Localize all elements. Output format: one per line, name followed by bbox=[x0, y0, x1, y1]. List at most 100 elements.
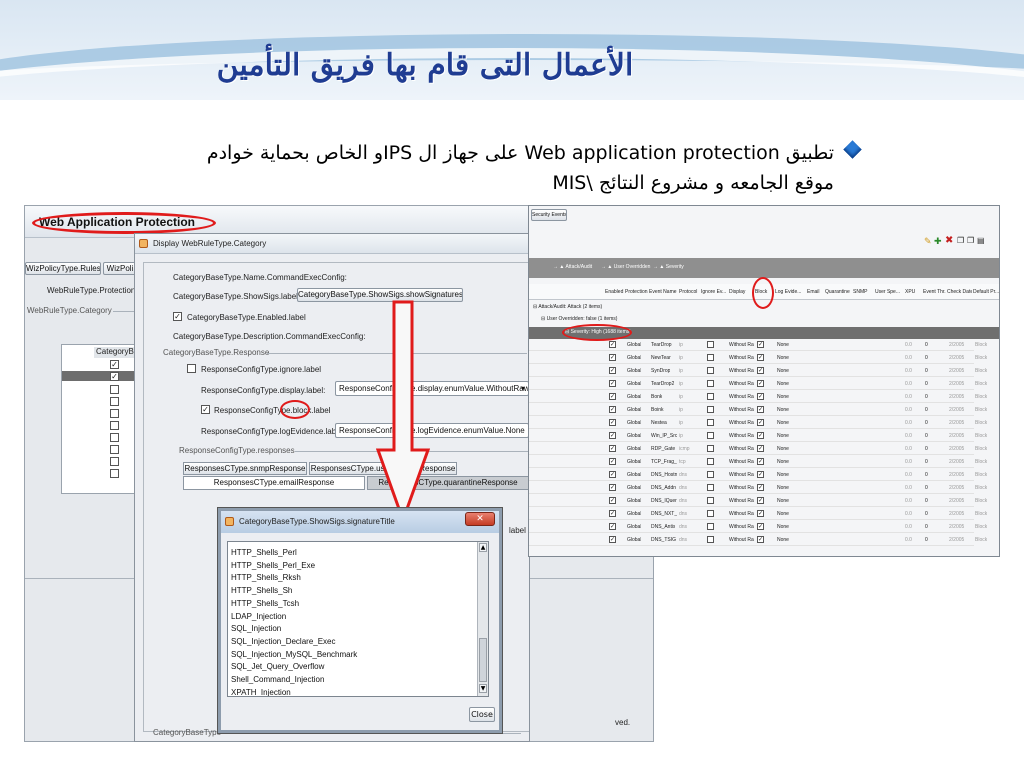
ignore-checkbox[interactable] bbox=[707, 354, 714, 361]
enabled-checkbox[interactable]: ✓ bbox=[609, 419, 616, 426]
column-header[interactable]: Protection... bbox=[625, 289, 648, 295]
ignore-checkbox[interactable] bbox=[707, 406, 714, 413]
table-row-checkbox[interactable] bbox=[110, 433, 119, 442]
table-selected-row[interactable] bbox=[62, 371, 138, 381]
signature-list-item[interactable]: SQL_Injection_Declare_Exec bbox=[231, 637, 336, 646]
group-by-user-overridden[interactable]: → ▲ User Overridden bbox=[601, 264, 650, 270]
column-header[interactable]: Enabled bbox=[605, 289, 624, 295]
tree-user-overridden[interactable]: ⊟ User Overridden: false (1 items) bbox=[541, 316, 617, 322]
block-checkbox[interactable]: ✓ bbox=[757, 367, 764, 374]
signature-list-item[interactable]: SQL_Injection_MySQL_Benchmark bbox=[231, 650, 357, 659]
enabled-checkbox[interactable]: ✓ bbox=[609, 536, 616, 543]
column-header[interactable]: Email bbox=[807, 289, 824, 295]
enabled-checkbox[interactable]: ✓ bbox=[609, 354, 616, 361]
ignore-checkbox[interactable] bbox=[707, 523, 714, 530]
ignore-checkbox[interactable] bbox=[187, 364, 196, 373]
ignore-checkbox[interactable] bbox=[707, 497, 714, 504]
group-by-severity[interactable]: → ▲ Severity bbox=[653, 264, 684, 270]
table-row-checkbox[interactable] bbox=[110, 445, 119, 454]
enabled-checkbox[interactable]: ✓ bbox=[609, 497, 616, 504]
event-row[interactable]: ✓ Global TearDrop ip Without Ra ✓ None 0.0 0 2/20… bbox=[529, 340, 987, 351]
event-row[interactable]: ✓ Global DNS_NXT_ dns Without Ra ✓ None 0.0 0 2/2… bbox=[529, 509, 987, 520]
event-row[interactable]: ✓ Global DNS_Hostn dns Without Ra ✓ None 0.0 0 2/… bbox=[529, 470, 987, 481]
close-window-button[interactable]: ✕ bbox=[465, 512, 495, 526]
event-row[interactable]: ✓ Global DNS_TSIG dns Without Ra ✓ None 0.0 0 2/2… bbox=[529, 535, 987, 546]
copy-icon[interactable]: ❐ bbox=[957, 236, 964, 245]
ignore-checkbox[interactable] bbox=[707, 380, 714, 387]
signature-list-item[interactable]: HTTP_Shells_Rksh bbox=[231, 573, 301, 582]
column-header[interactable]: Protocol bbox=[679, 289, 700, 295]
event-row[interactable]: ✓ Global DNS_Antis dns Without Ra ✓ None 0.0 0 2/… bbox=[529, 522, 987, 533]
signature-list-item[interactable]: SQL_Jet_Query_Overflow bbox=[231, 662, 324, 671]
ignore-checkbox[interactable] bbox=[707, 510, 714, 517]
table-row-checkbox[interactable] bbox=[110, 421, 119, 430]
enabled-checkbox[interactable]: ✓ bbox=[609, 471, 616, 478]
ignore-checkbox[interactable] bbox=[707, 484, 714, 491]
enabled-checkbox[interactable]: ✓ bbox=[609, 341, 616, 348]
ignore-checkbox[interactable] bbox=[707, 536, 714, 543]
column-header[interactable]: Default Pr... bbox=[973, 289, 999, 295]
signature-list-item[interactable]: Shell_Command_Injection bbox=[231, 675, 324, 684]
ignore-checkbox[interactable] bbox=[707, 341, 714, 348]
ignore-checkbox[interactable] bbox=[707, 445, 714, 452]
table-row-checkbox[interactable]: ✓ bbox=[110, 372, 119, 381]
event-row[interactable]: ✓ Global Bonk ip Without Ra ✓ None 0.0 0 2/2005 Bl… bbox=[529, 392, 987, 403]
event-row[interactable]: ✓ Global TCP_Frag_ tcp Without Ra ✓ None 0.0 0 2/… bbox=[529, 457, 987, 468]
group-by-attack-audit[interactable]: → ▲ Attack/Audit bbox=[553, 264, 592, 270]
enabled-checkbox[interactable]: ✓ bbox=[609, 380, 616, 387]
add-icon[interactable]: ✚ bbox=[934, 236, 942, 247]
scroll-down-arrow-icon[interactable]: ▼ bbox=[479, 684, 487, 693]
filter-icon[interactable]: ▤ bbox=[977, 236, 985, 245]
block-checkbox[interactable]: ✓ bbox=[757, 406, 764, 413]
column-header[interactable]: Check Date bbox=[947, 289, 972, 295]
block-checkbox[interactable]: ✓ bbox=[757, 380, 764, 387]
enabled-checkbox[interactable]: ✓ bbox=[609, 445, 616, 452]
list-scrollbar[interactable]: ▲ ▼ bbox=[477, 542, 488, 696]
paste-icon[interactable]: ❐ bbox=[967, 236, 974, 245]
signature-list-item[interactable]: LDAP_Injection bbox=[231, 612, 286, 621]
event-row[interactable]: ✓ Global DNS_IQuer dns Without Ra ✓ None 0.0 0 2/… bbox=[529, 496, 987, 507]
ignore-checkbox[interactable] bbox=[707, 419, 714, 426]
tab-email-response[interactable]: ResponsesCType.emailResponse bbox=[183, 476, 365, 490]
event-row[interactable]: ✓ Global Nestea ip Without Ra ✓ None 0.0 0 2/2005… bbox=[529, 418, 987, 429]
ignore-checkbox[interactable] bbox=[707, 458, 714, 465]
ignore-checkbox[interactable] bbox=[707, 432, 714, 439]
tab-wizpolicy-rules[interactable]: WizPolicyType.Rules bbox=[25, 262, 101, 275]
display-select[interactable]: ResponseConfigType.display.enumValue.Wit… bbox=[335, 381, 529, 396]
event-row[interactable]: ✓ Global RDP_Gate icmp Without Ra ✓ None 0.0 0 2/… bbox=[529, 444, 987, 455]
tree-attack-audit[interactable]: ⊟ Attack/Audit: Attack (2 items) bbox=[533, 304, 602, 310]
signature-list-item[interactable]: HTTP_Shells_Perl_Exe bbox=[231, 561, 315, 570]
block-checkbox[interactable]: ✓ bbox=[757, 523, 764, 530]
enabled-checkbox[interactable]: ✓ bbox=[609, 510, 616, 517]
ignore-checkbox[interactable] bbox=[707, 367, 714, 374]
block-checkbox[interactable]: ✓ bbox=[757, 445, 764, 452]
column-header[interactable]: Ignore Ev... bbox=[701, 289, 728, 295]
enabled-checkbox[interactable]: ✓ bbox=[609, 523, 616, 530]
enabled-checkbox[interactable]: ✓ bbox=[609, 432, 616, 439]
table-row-checkbox[interactable] bbox=[110, 409, 119, 418]
table-row-checkbox[interactable] bbox=[110, 457, 119, 466]
column-header[interactable]: User Spe... bbox=[875, 289, 904, 295]
enabled-checkbox[interactable]: ✓ bbox=[609, 406, 616, 413]
enabled-checkbox[interactable]: ✓ bbox=[173, 312, 182, 321]
event-row[interactable]: ✓ Global NewTear ip Without Ra ✓ None 0.0 0 2/200… bbox=[529, 353, 987, 364]
block-checkbox[interactable]: ✓ bbox=[757, 484, 764, 491]
block-checkbox[interactable]: ✓ bbox=[757, 432, 764, 439]
column-header[interactable]: SNMP bbox=[853, 289, 874, 295]
block-checkbox[interactable]: ✓ bbox=[757, 536, 764, 543]
block-checkbox[interactable]: ✓ bbox=[757, 393, 764, 400]
table-row-checkbox[interactable] bbox=[110, 385, 119, 394]
signature-list-item[interactable]: HTTP_Shells_Sh bbox=[231, 586, 292, 595]
event-row[interactable]: ✓ Global DNS_Addn dns Without Ra ✓ None 0.0 0 2/2… bbox=[529, 483, 987, 494]
close-button[interactable]: Close bbox=[469, 707, 495, 722]
block-checkbox[interactable]: ✓ bbox=[201, 405, 210, 414]
signature-list-item[interactable]: HTTP_Shells_Perl bbox=[231, 548, 297, 557]
signature-list-item[interactable]: SQL_Injection bbox=[231, 624, 281, 633]
signature-list-item[interactable]: HTTP_Shells_Tcsh bbox=[231, 599, 299, 608]
scroll-thumb[interactable] bbox=[479, 638, 487, 682]
tab-wizpoli[interactable]: WizPoli bbox=[103, 262, 137, 275]
delete-icon[interactable]: ✖ bbox=[945, 235, 953, 246]
enabled-checkbox[interactable]: ✓ bbox=[609, 367, 616, 374]
event-row[interactable]: ✓ Global SynDrop ip Without Ra ✓ None 0.0 0 2/200… bbox=[529, 366, 987, 377]
enabled-checkbox[interactable]: ✓ bbox=[609, 393, 616, 400]
